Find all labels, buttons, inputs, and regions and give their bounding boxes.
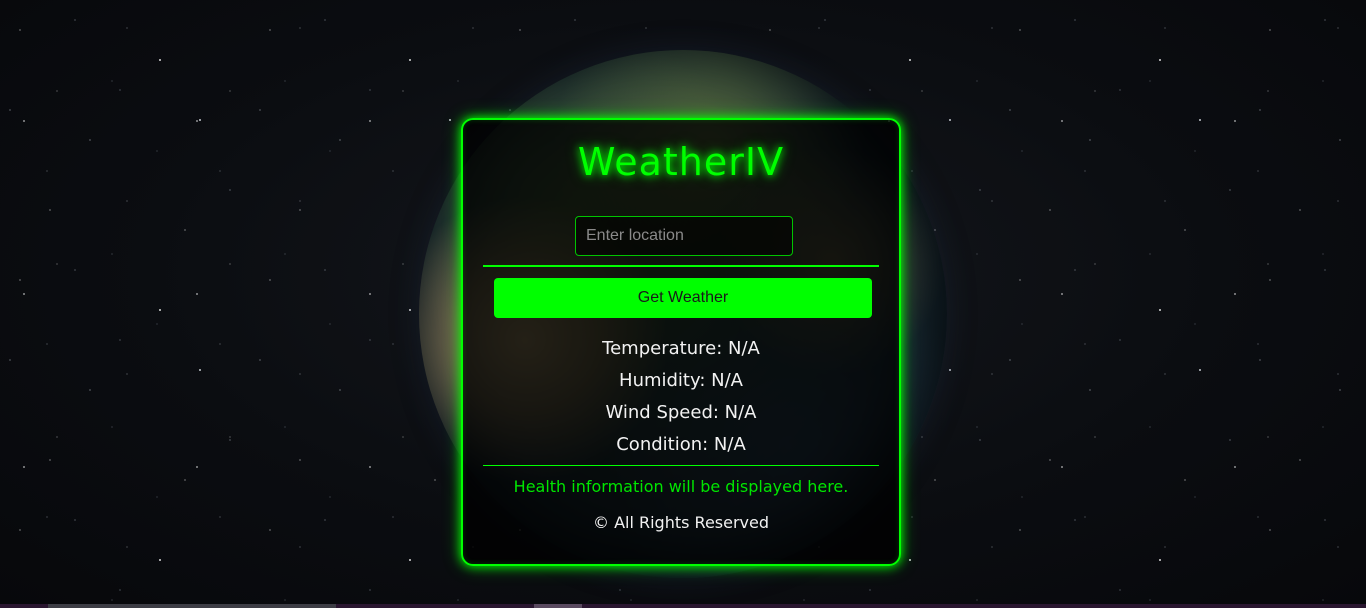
temperature-text: Temperature: N/A xyxy=(602,338,760,359)
copyright-footer: © All Rights Reserved xyxy=(592,513,770,532)
app-title: WeatherIV xyxy=(577,140,785,184)
wind-speed-text: Wind Speed: N/A xyxy=(605,402,757,423)
condition-text: Condition: N/A xyxy=(616,434,746,455)
taskbar-item[interactable] xyxy=(534,604,582,608)
health-info-text: Health information will be displayed her… xyxy=(513,477,849,496)
divider xyxy=(483,265,879,267)
weather-card: WeatherIV Get Weather Temperature: N/A H… xyxy=(461,118,901,566)
divider xyxy=(483,465,879,466)
taskbar-item[interactable] xyxy=(48,604,336,608)
location-input[interactable] xyxy=(575,216,793,256)
taskbar-strip xyxy=(0,604,1366,608)
humidity-text: Humidity: N/A xyxy=(619,370,743,391)
get-weather-button[interactable]: Get Weather xyxy=(494,278,872,318)
